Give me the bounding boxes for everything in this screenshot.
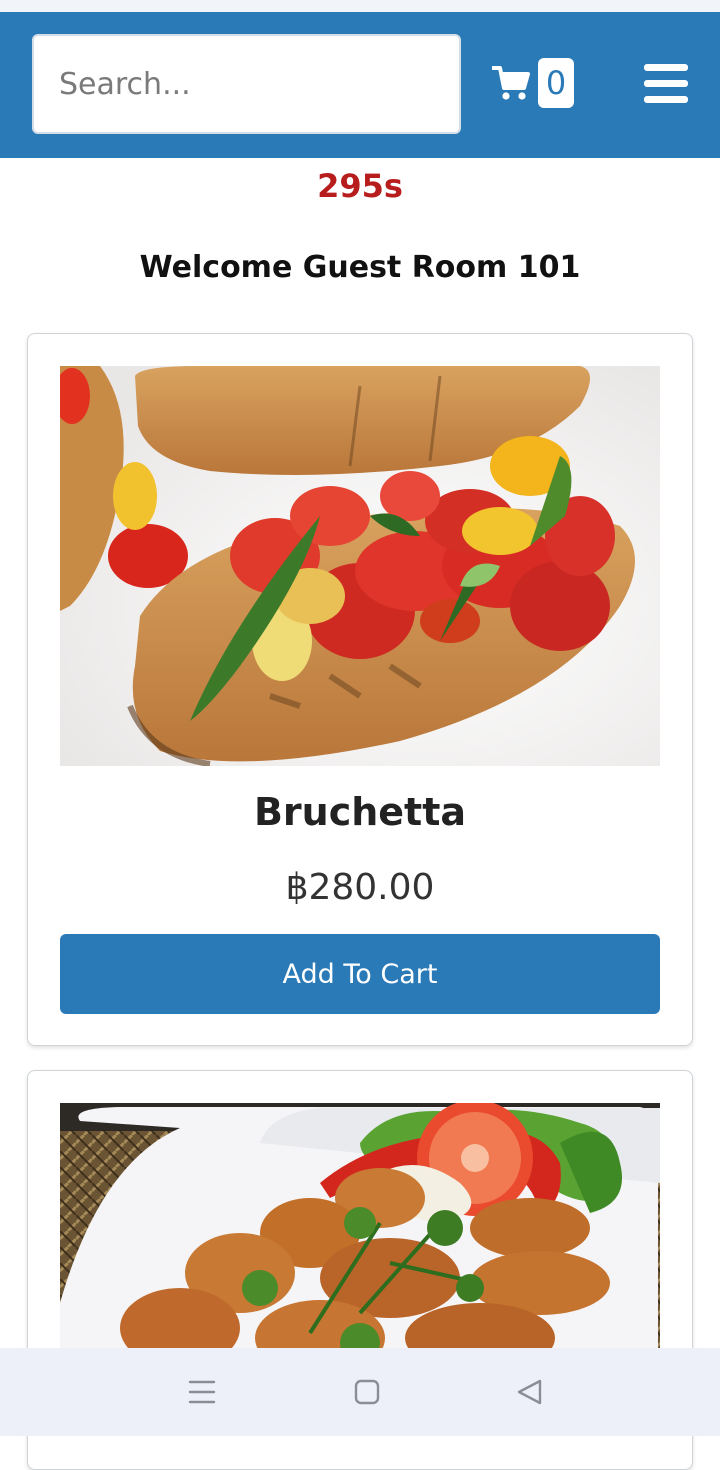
cart-count-badge: 0 bbox=[538, 58, 574, 108]
home-icon[interactable] bbox=[347, 1372, 387, 1412]
session-timer: 295s bbox=[317, 167, 403, 205]
bruschetta-photo[interactable] bbox=[60, 366, 660, 766]
fried-chicken-wings-photo[interactable] bbox=[60, 1103, 660, 1363]
hamburger-menu-icon[interactable] bbox=[644, 64, 690, 104]
add-to-cart-button[interactable]: Add To Cart bbox=[60, 934, 660, 1014]
product-name: Bruchetta bbox=[253, 790, 467, 834]
welcome-message: Welcome Guest Room 101 bbox=[139, 250, 581, 285]
cart-icon bbox=[492, 66, 530, 100]
status-bar bbox=[0, 0, 720, 12]
recents-icon[interactable] bbox=[182, 1372, 222, 1412]
top-bar: 0 bbox=[0, 12, 720, 158]
cart-button[interactable]: 0 bbox=[492, 58, 576, 110]
product-card: Bruchetta ฿280.00 Add To Cart bbox=[27, 333, 693, 1046]
product-price: ฿280.00 bbox=[285, 867, 435, 908]
search-box[interactable] bbox=[32, 34, 461, 134]
search-input[interactable] bbox=[34, 36, 459, 132]
back-icon[interactable] bbox=[510, 1372, 550, 1412]
system-navigation-bar bbox=[0, 1348, 720, 1436]
